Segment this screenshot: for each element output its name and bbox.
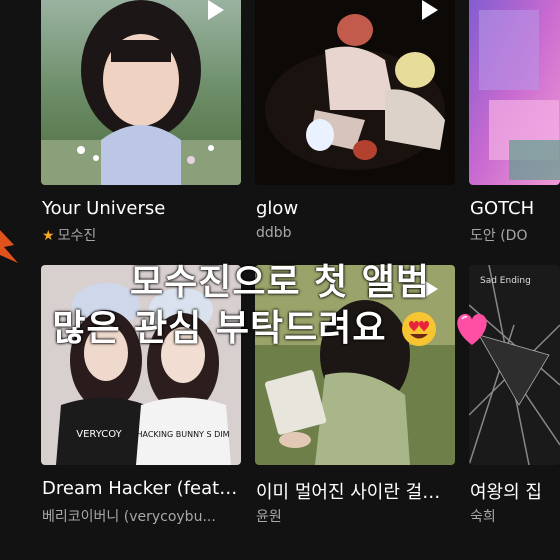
album-artist[interactable]: 윤원	[256, 506, 456, 526]
album-artist[interactable]: 도안 (DO	[470, 225, 560, 245]
album-artist[interactable]: ddbb	[256, 225, 456, 241]
album-art-glow[interactable]	[255, 0, 455, 185]
heart-eyes-emoji-icon	[402, 312, 437, 346]
album-artist[interactable]: ★ 모수진	[42, 225, 242, 245]
album-artist[interactable]: 베리코이버니 (verycoybu...	[42, 506, 242, 526]
album-art-gotch[interactable]	[469, 0, 560, 185]
overlay-caption-line1: 모수진으로 첫 앨범	[129, 262, 431, 303]
album-title[interactable]: GOTCH	[470, 198, 560, 219]
album-title[interactable]: 여왕의 집	[470, 478, 560, 504]
overlay-caption-line2-text: 많은 관심 부탁드려요	[52, 308, 387, 349]
flame-decoration	[0, 230, 18, 263]
album-title[interactable]: glow	[256, 198, 456, 219]
star-icon: ★	[42, 228, 55, 244]
play-icon[interactable]	[208, 0, 224, 20]
album-title[interactable]: Dream Hacker (feat....	[42, 478, 242, 499]
album-title[interactable]: 이미 멀어진 사이란 걸…	[256, 478, 456, 504]
album-art-your-universe[interactable]	[41, 0, 241, 185]
play-icon[interactable]	[422, 0, 438, 20]
shirt-text-left: VERYCOY	[76, 429, 122, 440]
pink-heart-emoji-icon	[456, 313, 487, 345]
overlay-caption-line2: 많은 관심 부탁드려요	[0, 308, 552, 350]
shirt-text-right: HACKING BUNNY S DIM	[136, 430, 229, 439]
album-artist[interactable]: 숙희	[470, 506, 560, 526]
album-title[interactable]: Your Universe	[42, 198, 242, 219]
album-artist-name: 모수진	[57, 228, 97, 244]
